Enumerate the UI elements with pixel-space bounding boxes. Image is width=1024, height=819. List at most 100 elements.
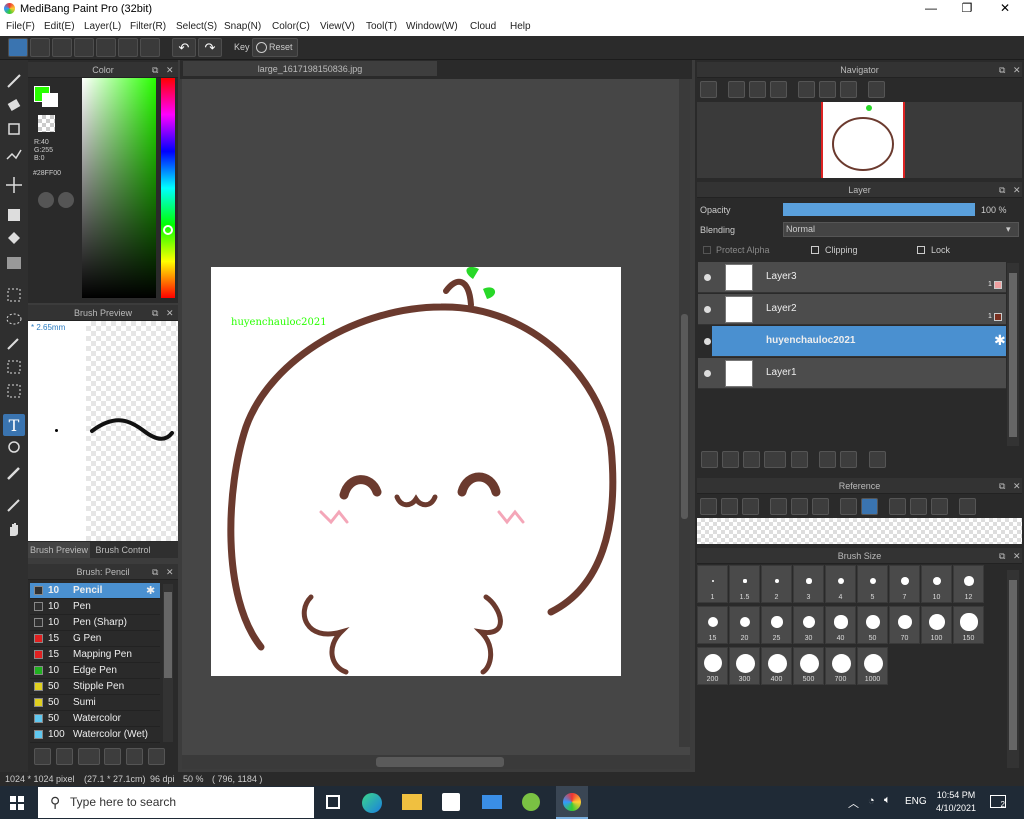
clipping-checkbox[interactable] [811,246,819,254]
menu-help[interactable]: Help [510,21,531,32]
opacity-slider[interactable] [783,203,975,216]
brush-size-option[interactable]: 300 [729,647,760,685]
hand-tool[interactable] [3,518,25,540]
hscroll-thumb[interactable] [376,757,504,767]
brush-list-item[interactable]: 10 Edge Pen [30,663,160,679]
edge-icon[interactable] [362,793,382,813]
balloon-tool[interactable] [3,438,25,460]
brush-size-option[interactable]: 50 [857,606,888,644]
brush-size-option[interactable]: 15 [697,606,728,644]
close-icon[interactable]: ✕ [166,564,174,580]
brush-list-item[interactable]: 15 Mapping Pen [30,647,160,663]
brush-size-option[interactable]: 5 [857,565,888,603]
gradient-tool[interactable] [3,252,25,274]
brush-list-item[interactable]: 100 Watercolor (Wet) [30,727,160,743]
layer-menu-icon[interactable] [764,451,786,468]
merge-icon[interactable] [840,451,857,468]
speech-button[interactable] [74,38,94,57]
lasso-tool[interactable] [3,308,25,330]
brush-tool[interactable] [3,70,25,92]
taskbar-search-box[interactable]: ⚲ Type here to search [38,787,314,818]
new-layer-icon[interactable] [722,451,739,468]
brush-size-option[interactable]: 10 [921,565,952,603]
language-indicator[interactable]: ENG [905,796,927,807]
task-view-icon[interactable] [326,795,340,809]
visibility-eye-icon[interactable] [704,338,711,345]
brush-menu-icon[interactable] [78,748,100,765]
reset-view-icon[interactable] [910,498,927,515]
undo-button[interactable]: ↶ [172,38,196,57]
detach-icon[interactable]: ⧉ [152,305,158,321]
brush-size-scrollbar[interactable] [1007,570,1019,768]
hue-handle[interactable] [163,225,173,235]
menu-window[interactable]: Window(W) [406,21,458,32]
page-button[interactable] [96,38,116,57]
detach-icon[interactable]: ⧉ [999,548,1005,564]
menu-color[interactable]: Color(C) [272,21,310,32]
menu-tool[interactable]: Tool(T) [366,21,397,32]
redo-button[interactable]: ↷ [198,38,222,57]
grid-button[interactable] [140,38,160,57]
duplicate-icon[interactable] [819,451,836,468]
close-icon[interactable]: ✕ [1013,478,1021,494]
fit-icon[interactable] [791,498,808,515]
zoom-in-icon[interactable] [728,81,745,98]
palette-settings-icon[interactable] [58,192,74,208]
line-tool[interactable] [3,144,25,166]
protect-alpha-checkbox[interactable] [703,246,711,254]
brush-size-option[interactable]: 40 [825,606,856,644]
brush-size-option[interactable]: 700 [825,647,856,685]
windows-start-icon[interactable] [10,796,24,810]
brush-size-option[interactable]: 20 [729,606,760,644]
comment-button[interactable] [52,38,72,57]
fill-rect-tool[interactable] [3,204,25,226]
brush-list-item[interactable]: 50 Stipple Pen [30,679,160,695]
brush-list-item[interactable]: 10 Pencil ✱ [30,583,160,599]
saturation-value-picker[interactable] [82,78,156,298]
reference-preview[interactable] [697,518,1022,544]
shape-tool[interactable] [3,118,25,140]
brush-list-item[interactable]: 50 Sumi [30,695,160,711]
menu-snap[interactable]: Snap(N) [224,21,261,32]
brush-list-item[interactable]: 50 Watercolor [30,711,160,727]
eraser-tool[interactable] [3,94,25,116]
brush-list-item[interactable]: 10 Pen (Sharp) [30,615,160,631]
brush-list-scrollbar[interactable] [163,584,173,742]
delete-icon[interactable] [869,451,886,468]
mail-icon[interactable] [482,795,502,809]
brush-list-item[interactable]: 15 G Pen [30,631,160,647]
volume-icon[interactable]: 🔈︎ [884,794,891,807]
flip-icon[interactable] [868,81,885,98]
brush-size-option[interactable]: 2 [761,565,792,603]
brush-size-option[interactable]: 3 [793,565,824,603]
app-icon[interactable] [522,793,540,811]
hue-slider[interactable] [161,78,175,298]
detach-icon[interactable]: ⧉ [999,182,1005,198]
close-icon[interactable]: ✕ [166,305,174,321]
maximize-button[interactable]: ❐ [952,1,982,15]
export-button[interactable] [30,38,50,57]
folder-icon[interactable] [126,748,143,765]
chevron-up-icon[interactable]: ︿ [848,795,859,811]
brush-size-option[interactable]: 400 [761,647,792,685]
drawing-canvas[interactable]: huyenchauloc2021 [211,267,621,676]
notification-icon[interactable]: 2 [990,795,1006,809]
folder-icon[interactable] [721,498,738,515]
canvas-area[interactable]: huyenchauloc2021 [182,79,690,755]
layer-row[interactable]: Layer1 [698,358,1006,389]
visibility-eye-icon[interactable] [704,274,711,281]
text-tool[interactable]: T [3,414,25,436]
file-explorer-icon[interactable] [402,794,422,810]
gear-icon[interactable]: ✱ [146,583,155,599]
brush-size-option[interactable]: 70 [889,606,920,644]
list-button[interactable] [118,38,138,57]
medibang-taskbar-button[interactable] [556,786,588,819]
detach-icon[interactable]: ⧉ [152,564,158,580]
brush-list-item[interactable]: 10 Pen [30,599,160,615]
new-layer-icon[interactable] [743,451,760,468]
reset-button[interactable]: Reset [252,38,298,57]
menu-file[interactable]: File(F) [6,21,35,32]
new-layer-icon[interactable] [701,451,718,468]
flip-icon[interactable] [959,498,976,515]
scrollbar-thumb[interactable] [1009,580,1017,750]
